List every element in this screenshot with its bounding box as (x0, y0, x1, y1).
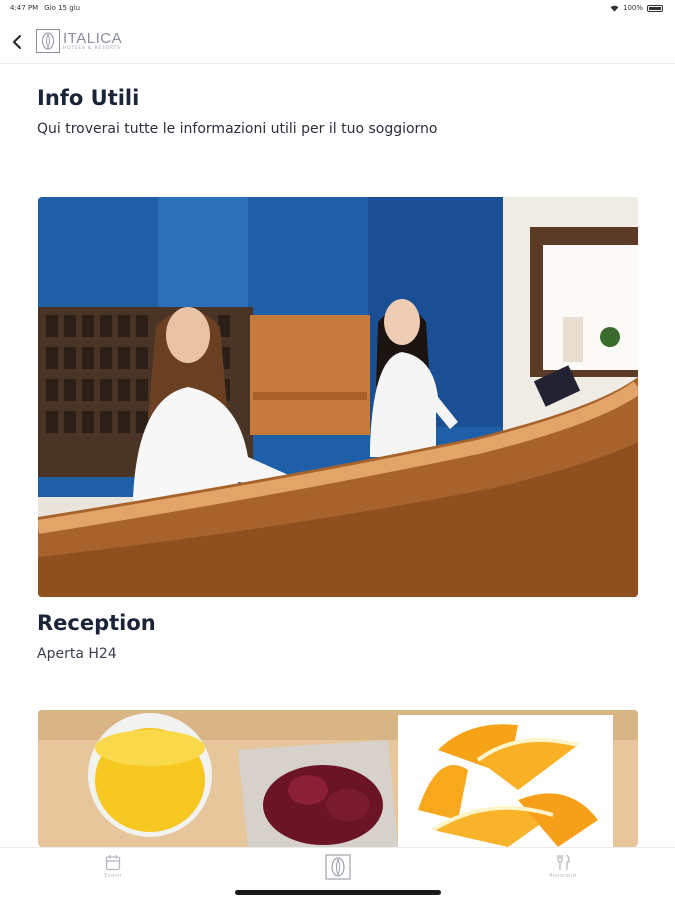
breakfast-photo (38, 710, 638, 847)
brand-tagline: HOTELS & RESORTS (63, 45, 121, 51)
back-button[interactable] (6, 30, 28, 54)
breakfast-card-image[interactable] (38, 710, 638, 847)
reception-photo (38, 197, 638, 597)
chevron-left-icon (13, 35, 21, 49)
app-header: ITALICA HOTELS & RESORTS (0, 20, 675, 64)
tab-home[interactable] (324, 854, 352, 880)
status-bar: 4:47 PM Gio 15 giu 100% (0, 0, 675, 16)
status-time: 4:47 PM (10, 4, 39, 12)
brand-name: ITALICA (63, 29, 123, 47)
reception-card-image[interactable] (38, 197, 638, 597)
fork-knife-icon (557, 854, 570, 870)
tab-ristoranti[interactable]: Ristoranti (540, 854, 586, 879)
tab-label: Ristoranti (549, 873, 577, 879)
wifi-icon (610, 5, 619, 12)
calendar-icon (105, 855, 121, 871)
brand-logo: ITALICA HOTELS & RESORTS (36, 28, 122, 54)
tab-label: Eventi (104, 873, 122, 879)
reception-card-title[interactable]: Reception (37, 611, 156, 635)
battery-percent: 100% (622, 4, 643, 12)
reception-card-subtitle: Aperta H24 (37, 646, 117, 662)
battery-icon (647, 4, 663, 12)
page-subtitle: Qui troverai tutte le informazioni utili… (37, 121, 438, 137)
home-indicator (235, 890, 441, 895)
hotel-logo-icon (325, 854, 351, 880)
hotel-logo-icon (36, 29, 60, 53)
page-title: Info Utili (37, 86, 140, 110)
tab-eventi[interactable]: Eventi (100, 854, 126, 879)
status-date: Gio 15 giu (44, 4, 81, 12)
